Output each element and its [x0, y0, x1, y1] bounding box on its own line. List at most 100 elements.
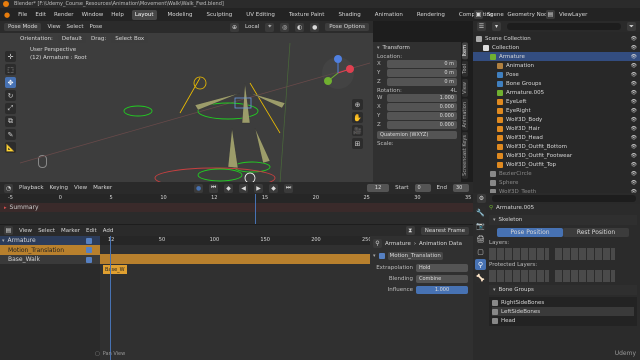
- outliner-item[interactable]: EyeLeft 👁: [473, 97, 640, 106]
- extrapolation-select[interactable]: Hold: [416, 264, 468, 272]
- tab-item[interactable]: Item: [462, 42, 468, 60]
- visibility-eye-icon[interactable]: 👁: [631, 36, 637, 42]
- shading-solid-icon[interactable]: ●: [310, 22, 320, 32]
- prev-key-icon[interactable]: ◆: [224, 183, 234, 193]
- tab-rendering[interactable]: Rendering: [414, 10, 448, 20]
- nla-menu-add[interactable]: Add: [103, 228, 114, 234]
- annotate-icon[interactable]: ✎: [5, 129, 16, 140]
- tab-tool[interactable]: Tool: [462, 61, 468, 78]
- outliner-item[interactable]: Scene Collection 👁: [473, 34, 640, 43]
- object-props-icon[interactable]: ▢: [475, 246, 486, 257]
- outliner-item[interactable]: Wolf3D_Outfit_Top 👁: [473, 160, 640, 169]
- visibility-eye-icon[interactable]: 👁: [631, 153, 637, 159]
- outliner-item[interactable]: Sphere 👁: [473, 178, 640, 187]
- output-props-icon[interactable]: 🖨: [475, 233, 486, 244]
- menu-select[interactable]: Select: [67, 24, 84, 30]
- nla-action-lane[interactable]: [100, 254, 370, 264]
- armature-name[interactable]: Armature.005: [496, 205, 534, 211]
- properties-search-input[interactable]: [492, 195, 636, 202]
- properties-editor-icon[interactable]: ⚙: [477, 194, 486, 203]
- tab-animation[interactable]: Animation: [372, 10, 406, 20]
- nla-ruler[interactable]: 12 50 100 150 200 250: [100, 236, 372, 245]
- visibility-eye-icon[interactable]: 👁: [631, 117, 637, 123]
- nla-channel-armature[interactable]: ▾ Armature: [0, 236, 100, 245]
- camera-icon[interactable]: 🎥: [352, 125, 363, 136]
- tab-shading[interactable]: Shading: [335, 10, 363, 20]
- axis-value-field[interactable]: 0 m: [387, 78, 457, 86]
- visibility-eye-icon[interactable]: 👁: [631, 108, 637, 114]
- expand-icon[interactable]: ▾: [2, 238, 5, 244]
- outliner-editor-icon[interactable]: ☰: [477, 22, 486, 31]
- snap-magnet-icon[interactable]: ⧗: [405, 226, 415, 235]
- tab-modeling[interactable]: Modeling: [165, 10, 196, 20]
- rotation-mode-select[interactable]: Quaternion (WXYZ): [377, 131, 457, 139]
- strip-enable-checkbox[interactable]: [378, 253, 385, 259]
- axis-value-field[interactable]: 0.000: [387, 103, 457, 111]
- record-icon[interactable]: ●: [194, 183, 204, 193]
- menu-edit[interactable]: Edit: [35, 12, 46, 18]
- bone-groups-panel-header[interactable]: ▾ Bone Groups: [489, 285, 637, 295]
- nla-editor-icon[interactable]: ▤: [4, 226, 13, 235]
- nla-menu-select[interactable]: Select: [38, 228, 55, 234]
- visibility-eye-icon[interactable]: 👁: [631, 45, 637, 51]
- next-key-icon[interactable]: ◆: [269, 183, 279, 193]
- menu-view[interactable]: View: [47, 24, 60, 30]
- outliner-item[interactable]: Wolf3D_Hair 👁: [473, 124, 640, 133]
- outliner-search-input[interactable]: [507, 23, 621, 30]
- axis-value-field[interactable]: 0 m: [387, 69, 457, 77]
- bone-props-icon[interactable]: 🦴: [475, 272, 486, 283]
- bone-group-item[interactable]: Head: [492, 316, 634, 325]
- blending-select[interactable]: Combine: [416, 275, 468, 283]
- scene-name[interactable]: Scene: [487, 12, 542, 18]
- outliner-item[interactable]: Armature.005 👁: [473, 88, 640, 97]
- visibility-eye-icon[interactable]: 👁: [631, 180, 637, 186]
- nla-playhead[interactable]: [110, 236, 111, 360]
- outliner-item[interactable]: Wolf3D_Outfit_Footwear 👁: [473, 151, 640, 160]
- outliner-item[interactable]: Armature 👁: [473, 52, 640, 61]
- bone-group-item[interactable]: RightSideBones: [492, 298, 634, 307]
- nla-menu-edit[interactable]: Edit: [86, 228, 97, 234]
- outliner-item[interactable]: Wolf3D_Head 👁: [473, 133, 640, 142]
- armature-rig[interactable]: [20, 43, 370, 182]
- nla-strip-base-walk[interactable]: Base_W: [103, 265, 127, 274]
- outliner-item[interactable]: Wolf3D_Outfit_Bottom 👁: [473, 142, 640, 151]
- render-props-icon[interactable]: 📷: [475, 220, 486, 231]
- transform-icon[interactable]: ⧉: [5, 116, 16, 127]
- start-frame-field[interactable]: 0: [414, 184, 431, 192]
- visibility-eye-icon[interactable]: 👁: [631, 126, 637, 132]
- global-icon[interactable]: ⊕: [230, 22, 240, 32]
- play-icon[interactable]: ▶: [254, 183, 264, 193]
- outliner-item[interactable]: Animation 👁: [473, 61, 640, 70]
- tab-view[interactable]: View: [462, 79, 468, 97]
- view-layer-icon[interactable]: ▤: [546, 10, 555, 19]
- tab-layout[interactable]: Layout: [131, 9, 157, 20]
- tab-texture-paint[interactable]: Texture Paint: [286, 10, 328, 20]
- outliner-item[interactable]: BezierCircle 👁: [473, 169, 640, 178]
- menu-keying[interactable]: Keying: [50, 185, 68, 191]
- rotate-icon[interactable]: ↻: [5, 90, 16, 101]
- pivot-selector[interactable]: Local: [245, 24, 259, 30]
- armature-data-icon[interactable]: ⚲: [475, 259, 486, 270]
- visibility-eye-icon[interactable]: 👁: [631, 72, 637, 78]
- visibility-eye-icon[interactable]: 👁: [631, 135, 637, 141]
- display-mode-icon[interactable]: ▾: [492, 22, 501, 31]
- visibility-eye-icon[interactable]: 👁: [631, 63, 637, 69]
- timeline-playhead[interactable]: [255, 194, 256, 224]
- axis-value-field[interactable]: 0 m: [387, 60, 457, 68]
- menu-help[interactable]: Help: [111, 12, 124, 18]
- rest-position-button[interactable]: Rest Position: [563, 228, 629, 237]
- tool-props-icon[interactable]: 🔧: [475, 207, 486, 218]
- menu-pose[interactable]: Pose: [90, 24, 103, 30]
- bone-group-item[interactable]: LeftSideBones: [492, 307, 634, 316]
- filter-icon[interactable]: ⏷: [627, 22, 636, 31]
- axis-value-field[interactable]: 1.000: [387, 94, 457, 102]
- tab-animation-side[interactable]: Animation: [462, 98, 468, 131]
- nla-channel-action[interactable]: Motion_Translation: [0, 245, 100, 255]
- strip-name[interactable]: Motion_Translation: [387, 252, 443, 260]
- pose-position-button[interactable]: Pose Position: [497, 228, 563, 237]
- grid-view-icon[interactable]: ⊞: [352, 138, 363, 149]
- select-box-icon[interactable]: ⬚: [5, 64, 16, 75]
- visibility-eye-icon[interactable]: 👁: [631, 162, 637, 168]
- view-layer-name[interactable]: ViewLayer: [559, 12, 587, 18]
- outliner-item[interactable]: Collection 👁: [473, 43, 640, 52]
